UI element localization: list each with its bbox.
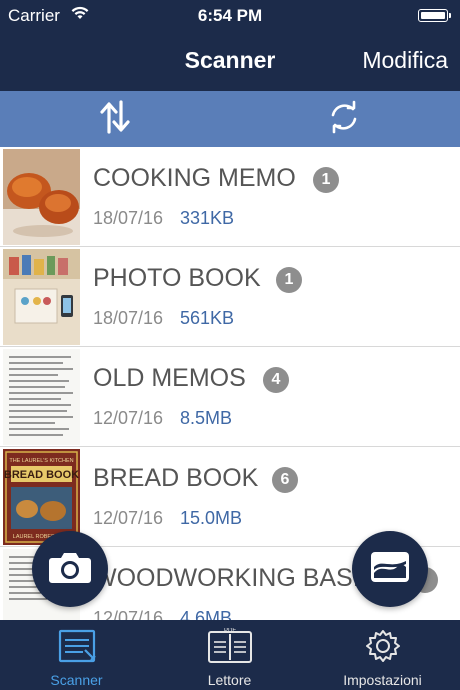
file-row-photo-book[interactable]: PHOTO BOOK 1 18/07/16 561KB	[0, 247, 460, 347]
file-name: BREAD BOOK	[93, 464, 259, 492]
gallery-button[interactable]	[352, 531, 428, 607]
nav-bar: Scanner Modifica	[0, 32, 460, 91]
toolbar	[0, 91, 460, 147]
thumbnail-cooking-memo	[3, 149, 80, 245]
file-name: PHOTO BOOK	[93, 264, 261, 292]
file-date: 12/07/16	[93, 408, 164, 428]
file-name: OLD MEMOS	[93, 364, 246, 392]
tab-scanner[interactable]: Scanner	[0, 620, 153, 690]
page-count-badge: 1	[276, 267, 302, 293]
page-count-badge: 1	[313, 167, 339, 193]
tab-label: Lettore	[207, 672, 252, 688]
reader-icon: PDF	[153, 628, 306, 664]
tab-label: Impostazioni	[343, 672, 422, 688]
file-row-cooking-memo[interactable]: COOKING MEMO 1 18/07/16 331KB	[0, 147, 460, 247]
cover-line-2: BREAD BOOK	[4, 469, 79, 481]
reader-icon-tag: PDF	[224, 628, 236, 634]
tab-bar: Scanner PDF Lettore Impostazioni	[0, 620, 460, 690]
file-row-old-memos[interactable]: OLD MEMOS 4 12/07/16 8.5MB	[0, 347, 460, 447]
battery-icon	[418, 9, 451, 22]
thumbnail-photo-book	[3, 249, 80, 345]
tab-reader[interactable]: PDF Lettore	[153, 620, 306, 690]
file-size: 331KB	[180, 208, 235, 228]
gallery-icon	[370, 551, 410, 588]
file-size: 561KB	[180, 308, 235, 328]
clock: 6:54 PM	[197, 6, 263, 25]
tab-label: Scanner	[50, 672, 103, 688]
scanner-icon	[0, 628, 153, 664]
page-count-badge: 4	[263, 367, 289, 393]
cover-line-1: THE LAUREL'S KITCHEN	[9, 458, 73, 464]
status-bar: Carrier 6:54 PM	[0, 0, 460, 32]
file-name: COOKING MEMO	[93, 164, 296, 192]
file-date: 18/07/16	[93, 208, 164, 228]
page-count-badge: 6	[272, 467, 298, 493]
thumbnail-old-memos	[3, 349, 80, 445]
file-date: 18/07/16	[93, 308, 164, 328]
file-name: WOODWORKING BASICS	[93, 564, 395, 592]
file-date: 12/07/16	[93, 508, 164, 528]
file-size: 8.5MB	[180, 408, 233, 428]
camera-button[interactable]	[32, 531, 108, 607]
gear-icon	[306, 628, 459, 664]
sort-button[interactable]	[93, 99, 137, 139]
edit-button[interactable]: Modifica	[362, 47, 448, 74]
camera-icon	[48, 549, 92, 590]
tab-settings[interactable]: Impostazioni	[306, 620, 459, 690]
sort-icon	[97, 99, 133, 140]
sync-icon	[326, 99, 362, 140]
file-size: 15.0MB	[180, 508, 243, 528]
sync-button[interactable]	[322, 99, 366, 139]
